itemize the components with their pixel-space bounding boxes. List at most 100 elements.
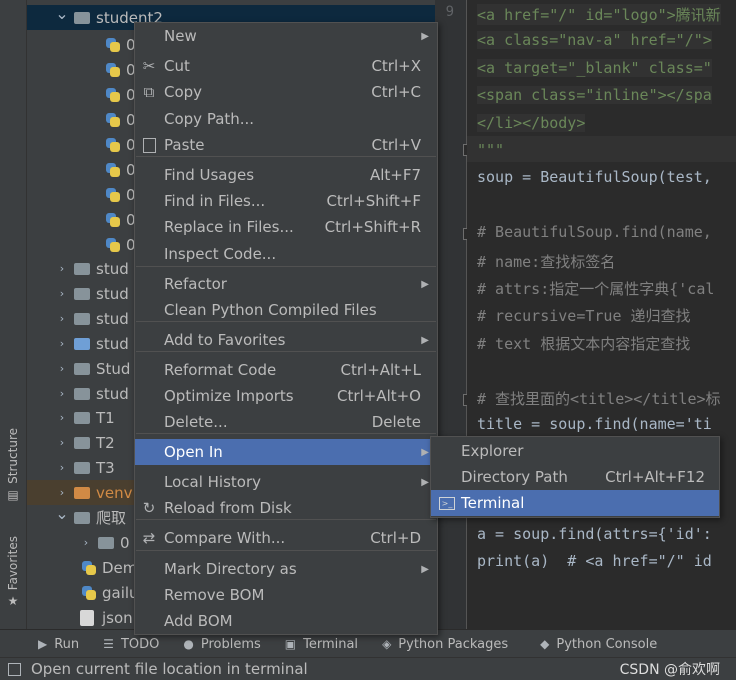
submenu-item-terminal[interactable]: >_ Terminal	[431, 490, 719, 516]
tool-window-run[interactable]: ▶ Run	[38, 637, 79, 652]
terminal-icon: >_	[439, 496, 455, 510]
menu-item-copy[interactable]: ⧉ Copy Ctrl+C	[135, 79, 437, 105]
folder-icon	[74, 511, 90, 524]
problems-icon: ●	[183, 637, 194, 651]
menu-item-cut[interactable]: ✂ Cut Ctrl+X	[135, 53, 437, 79]
menu-item-label: Add to Favorites	[164, 331, 286, 349]
python-console-icon: ◆	[540, 637, 550, 651]
menu-item-label: Find in Files...	[164, 192, 266, 210]
submenu-arrow-icon: ▶	[421, 476, 429, 488]
submenu-item-explorer[interactable]: Explorer	[431, 438, 719, 464]
folder-icon	[98, 536, 114, 549]
tree-item-label: stud	[96, 334, 129, 353]
menu-item-label: Mark Directory as	[164, 560, 297, 578]
python-file-icon	[104, 112, 120, 128]
code-line: """	[477, 141, 505, 159]
menu-item-label: Delete...	[164, 413, 228, 431]
tree-item-label: stud	[96, 309, 129, 328]
chevron-right-icon[interactable]: ›	[54, 387, 70, 400]
menu-item-open-in[interactable]: Open In ▶	[135, 439, 437, 465]
open-in-submenu: Explorer Directory Path Ctrl+Alt+F12 >_ Term…	[430, 436, 720, 518]
chevron-right-icon[interactable]: ›	[54, 287, 70, 300]
submenu-item-label: Explorer	[461, 442, 524, 460]
current-line-highlight	[467, 136, 736, 162]
menu-item-copy-path[interactable]: Copy Path...	[135, 106, 437, 132]
menu-item-shortcut: Ctrl+Alt+O	[337, 387, 421, 405]
menu-item-find-in-files[interactable]: Find in Files... Ctrl+Shift+F	[135, 188, 437, 214]
structure-tab[interactable]: Structure ▤	[0, 428, 26, 502]
submenu-arrow-icon: ▶	[421, 30, 429, 42]
menu-item-label: Find Usages	[164, 166, 255, 184]
chevron-down-icon[interactable]: ⌄	[54, 4, 70, 23]
menu-item-label: Local History	[164, 473, 262, 491]
chevron-down-icon[interactable]: ⌄	[54, 504, 70, 523]
menu-item-clean-python-compiled-files[interactable]: Clean Python Compiled Files	[135, 297, 437, 323]
favorites-tab[interactable]: Favorites ★	[0, 536, 26, 608]
menu-item-mark-directory-as[interactable]: Mark Directory as ▶	[135, 556, 437, 582]
tool-window-todo[interactable]: ☰ TODO	[103, 637, 159, 652]
menu-item-inspect-code[interactable]: Inspect Code...	[135, 241, 437, 267]
menu-item-optimize-imports[interactable]: Optimize Imports Ctrl+Alt+O	[135, 383, 437, 409]
chevron-right-icon[interactable]: ›	[54, 436, 70, 449]
menu-item-remove-bom[interactable]: Remove BOM	[135, 582, 437, 608]
menu-item-label: Paste	[164, 136, 205, 154]
tool-window-python-console[interactable]: ◆ Python Console	[540, 637, 657, 652]
menu-item-add-to-favorites[interactable]: Add to Favorites ▶	[135, 327, 437, 353]
code-line: <a class="nav-a" href="/">	[477, 31, 712, 50]
python-file-icon	[104, 237, 120, 253]
menu-item-shortcut: Ctrl+Shift+F	[326, 192, 421, 210]
folder-icon	[74, 486, 90, 499]
tree-item-label: T3	[96, 458, 115, 477]
menu-item-delete[interactable]: Delete... Delete	[135, 409, 437, 435]
menu-item-label: New	[164, 27, 197, 45]
tree-item-label: venv	[96, 483, 133, 502]
folder-icon	[74, 461, 90, 474]
tool-window-terminal[interactable]: ▣ Terminal	[285, 637, 358, 652]
reload-icon: ↻	[142, 499, 156, 517]
menu-item-label: Add BOM	[164, 612, 233, 630]
chevron-right-icon[interactable]: ›	[78, 536, 94, 549]
chevron-right-icon[interactable]: ›	[54, 337, 70, 350]
submenu-item-directory-path[interactable]: Directory Path Ctrl+Alt+F12	[431, 464, 719, 490]
status-toggle-icon[interactable]	[8, 662, 21, 676]
code-line: # attrs:指定一个属性字典{'cal	[477, 280, 715, 298]
code-line: <a href="/" id="logo">腾讯新	[477, 4, 721, 25]
menu-item-shortcut: Ctrl+X	[371, 57, 421, 75]
code-line: <a target="_blank" class="	[477, 58, 712, 77]
chevron-right-icon[interactable]: ›	[54, 312, 70, 325]
python-file-icon	[104, 162, 120, 178]
code-editor[interactable]: <a href="/" id="logo">腾讯新 <a class="nav-a…	[467, 0, 736, 629]
tree-item-label: T2	[96, 433, 115, 452]
menu-item-add-bom[interactable]: Add BOM	[135, 608, 437, 634]
chevron-right-icon[interactable]: ›	[54, 262, 70, 275]
tool-window-label: Terminal	[303, 636, 359, 652]
menu-item-label: Clean Python Compiled Files	[164, 301, 377, 319]
chevron-right-icon[interactable]: ›	[54, 461, 70, 474]
tree-item-label: stud	[96, 384, 129, 403]
python-packages-icon: ◈	[382, 637, 392, 651]
menu-item-reload-from-disk[interactable]: ↻ Reload from Disk	[135, 495, 437, 521]
menu-item-local-history[interactable]: Local History ▶	[135, 469, 437, 495]
tool-window-problems[interactable]: ● Problems	[183, 637, 260, 652]
menu-item-reformat-code[interactable]: Reformat Code Ctrl+Alt+L	[135, 357, 437, 383]
menu-item-find-usages[interactable]: Find Usages Alt+F7	[135, 162, 437, 188]
chevron-right-icon[interactable]: ›	[54, 411, 70, 424]
tool-window-label: Python Packages	[398, 636, 509, 652]
todo-icon: ☰	[103, 637, 114, 651]
tree-item-label: T1	[96, 408, 115, 427]
folder-icon	[74, 11, 90, 24]
code-line: title = soup.find(name='ti	[477, 415, 712, 433]
chevron-right-icon[interactable]: ›	[54, 362, 70, 375]
menu-item-paste[interactable]: Paste Ctrl+V	[135, 132, 437, 158]
menu-item-refactor[interactable]: Refactor ▶	[135, 271, 437, 297]
tool-window-python-packages[interactable]: ◈ Python Packages	[382, 637, 508, 652]
paste-icon	[143, 137, 156, 153]
submenu-item-shortcut: Ctrl+Alt+F12	[605, 468, 705, 486]
chevron-right-icon[interactable]: ›	[54, 486, 70, 499]
menu-item-compare-with[interactable]: ⇄ Compare With... Ctrl+D	[135, 525, 437, 551]
code-line: a = soup.find(attrs={'id':	[477, 524, 712, 543]
menu-item-new[interactable]: New ▶	[135, 23, 437, 49]
menu-item-label: Optimize Imports	[164, 387, 294, 405]
menu-item-replace-in-files[interactable]: Replace in Files... Ctrl+Shift+R	[135, 214, 437, 240]
copy-icon: ⧉	[143, 83, 155, 101]
